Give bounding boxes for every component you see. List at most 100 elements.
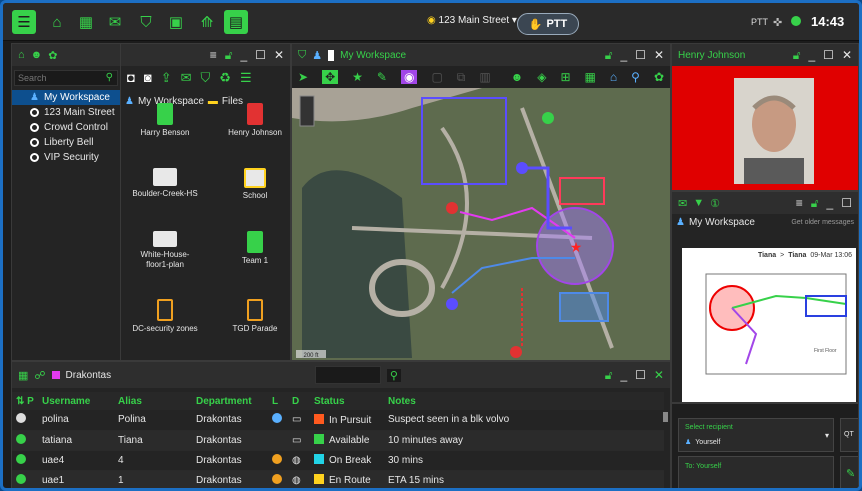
files-icon[interactable]: ▤ — [224, 10, 248, 34]
tree-item-vip-security[interactable]: VIP Security — [12, 150, 120, 165]
menu-icon[interactable]: ≡ — [210, 48, 217, 63]
file-tile[interactable]: Harry Benson — [130, 103, 200, 162]
info-icon[interactable]: ① — [710, 197, 720, 210]
location-icon[interactable] — [272, 473, 282, 484]
maximize-icon[interactable]: ☐ — [841, 196, 852, 211]
pointer-icon[interactable]: ➤ — [298, 70, 308, 84]
folder-icon[interactable]: ◘ — [127, 70, 135, 86]
measure-icon[interactable]: ⊞ — [560, 70, 570, 84]
mail-icon[interactable]: ✉ — [181, 70, 192, 86]
pen-icon[interactable]: ✎ — [377, 70, 387, 84]
star-icon[interactable]: ★ — [352, 70, 363, 84]
shield-icon[interactable]: ⛉ — [298, 49, 306, 62]
location-icon[interactable] — [272, 453, 282, 464]
maximize-icon[interactable]: ☐ — [823, 48, 834, 63]
floor-plan-image[interactable]: First Floor — [686, 264, 852, 394]
upload-icon[interactable]: ⇪ — [161, 70, 172, 86]
ptt-button[interactable]: ✋ PTT — [517, 13, 579, 35]
column-header[interactable]: ⇅ P — [12, 392, 38, 410]
unit-marker[interactable] — [516, 162, 528, 174]
grid-icon[interactable]: ▦ — [585, 70, 596, 84]
close-icon[interactable]: ✕ — [654, 48, 664, 63]
column-header[interactable]: Username — [38, 392, 114, 410]
minimize-icon[interactable]: _ — [620, 368, 627, 383]
tree-item-liberty-bell[interactable]: Liberty Bell — [12, 135, 120, 150]
location-selector[interactable]: ◉ 123 Main Street ▾ — [427, 15, 517, 26]
camera-icon[interactable]: ◙ — [144, 70, 152, 86]
minimize-icon[interactable]: _ — [240, 48, 247, 63]
table-row[interactable]: uae1 1 Drakontas ◍ En Route ETA 15 mins — [12, 470, 664, 488]
table-row[interactable]: uae4 4 Drakontas ◍ On Break 30 mins — [12, 450, 664, 471]
layers-icon[interactable]: ◈ — [537, 70, 546, 84]
file-tile[interactable]: Henry Johnson — [220, 103, 290, 162]
lock-icon[interactable]: 🔓︎ — [793, 48, 801, 63]
tree-item-123-main-street[interactable]: 123 Main Street — [12, 105, 120, 120]
maximize-icon[interactable]: ☐ — [635, 368, 646, 383]
column-header[interactable]: Department — [192, 392, 268, 410]
users-icon[interactable]: ☻ — [31, 49, 43, 61]
unit-marker[interactable] — [542, 112, 554, 124]
close-icon[interactable]: ✕ — [654, 368, 664, 383]
search-icon[interactable]: ⚲ — [106, 72, 113, 83]
search-input[interactable] — [15, 71, 99, 85]
minimize-icon[interactable]: _ — [827, 196, 834, 211]
search-icon[interactable]: ⚲ — [631, 70, 640, 84]
team-search-input[interactable] — [314, 366, 381, 384]
tree-item-crowd-control[interactable]: Crowd Control — [12, 120, 120, 135]
column-header[interactable]: D — [288, 392, 310, 410]
unit-marker[interactable] — [510, 346, 522, 358]
attach-icon[interactable]: ✎ — [840, 456, 858, 488]
file-tile[interactable]: Team 1 — [220, 230, 290, 294]
network-icon[interactable]: ☍ — [34, 369, 45, 382]
older-messages-link[interactable]: Get older messages — [791, 219, 854, 226]
lock-icon[interactable]: 🔓︎ — [811, 196, 819, 211]
lock-icon[interactable]: 🔓︎ — [605, 368, 613, 383]
unit-marker[interactable] — [446, 298, 458, 310]
filter-icon[interactable]: ▼ — [693, 197, 704, 209]
pan-icon[interactable]: ✥ — [322, 70, 339, 84]
mail-icon[interactable]: ✉ — [103, 10, 127, 34]
tree-search-field[interactable]: ⚲ — [14, 70, 118, 86]
close-icon[interactable]: ✕ — [274, 48, 284, 63]
column-header[interactable]: Status — [310, 392, 384, 410]
message-input[interactable]: To: Yourself — [678, 456, 834, 488]
column-header[interactable]: Alias — [114, 392, 192, 410]
shield-icon[interactable]: ⛉ — [201, 70, 211, 86]
file-tile[interactable]: School — [220, 167, 290, 225]
settings-icon[interactable]: ✿ — [48, 49, 57, 62]
menu-icon[interactable]: ≡ — [796, 196, 803, 211]
close-icon[interactable]: ✕ — [842, 48, 852, 63]
recycle-icon[interactable]: ♻ — [219, 70, 231, 86]
file-tile[interactable]: Boulder-Creek-HS — [130, 167, 200, 225]
table-row[interactable]: polina Polina Drakontas ▭ In Pursuit Suspect … — [12, 410, 664, 431]
menu-icon[interactable]: ☰ — [12, 10, 36, 34]
grid-icon[interactable]: ▦ — [18, 369, 28, 382]
settings-icon[interactable]: ✿ — [654, 70, 664, 84]
location-icon[interactable] — [272, 413, 282, 424]
minimize-icon[interactable]: _ — [620, 48, 627, 63]
home-icon[interactable]: ⌂ — [45, 10, 69, 34]
unit-marker[interactable] — [446, 202, 458, 214]
file-tile[interactable]: White-House-floor1-plan — [130, 230, 200, 294]
column-header[interactable]: L — [268, 392, 288, 410]
file-tile[interactable]: TGD Parade — [220, 299, 290, 358]
table-row[interactable]: tatiana Tiana Drakontas ▭ Available 10 minute… — [12, 430, 664, 451]
shield-icon[interactable]: ⛉ — [134, 10, 158, 34]
scrollbar[interactable] — [663, 412, 668, 422]
home-icon[interactable]: ⌂ — [610, 70, 617, 84]
qt-button[interactable]: QT — [840, 418, 858, 452]
column-header[interactable]: Notes — [384, 392, 664, 410]
tree-item-my-workspace[interactable]: ♟ My Workspace — [12, 90, 120, 105]
tree-icon[interactable]: ⟰ — [195, 10, 219, 34]
file-tile[interactable]: DC-security zones — [130, 299, 200, 358]
users-icon[interactable]: ☻ — [511, 70, 524, 84]
minimize-icon[interactable]: _ — [808, 48, 815, 63]
list-icon[interactable]: ☰ — [240, 70, 252, 86]
zoom-control[interactable] — [299, 95, 315, 127]
grid-icon[interactable]: ▦ — [74, 10, 98, 34]
slides-icon[interactable]: ▣ — [164, 10, 188, 34]
maximize-icon[interactable]: ☐ — [255, 48, 266, 63]
recipient-select[interactable]: Select recipient ♟ Yourself ▾ — [678, 418, 834, 452]
lock-icon[interactable]: 🔓︎ — [225, 48, 233, 63]
maximize-icon[interactable]: ☐ — [635, 48, 646, 63]
